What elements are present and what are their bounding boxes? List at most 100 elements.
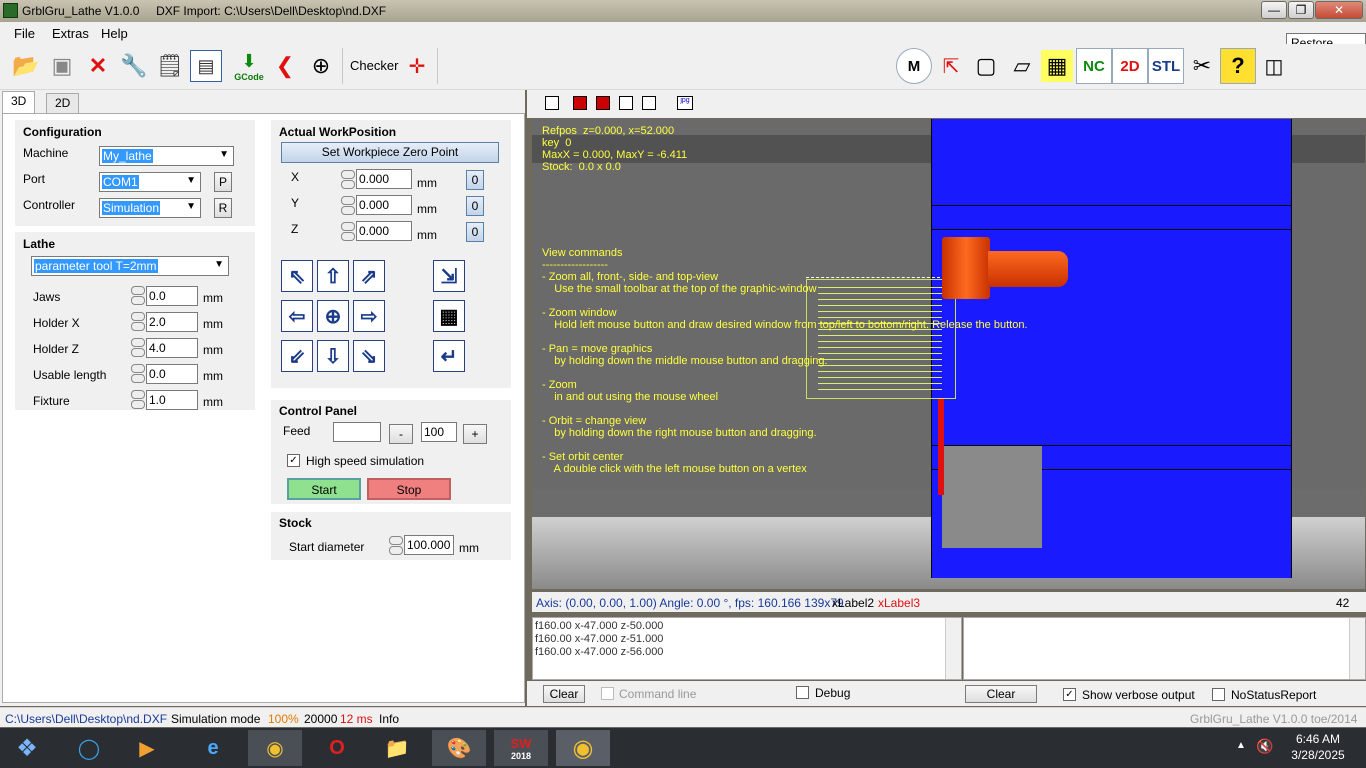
jog-up-left-icon[interactable]: ⇖	[281, 260, 313, 292]
chrome-icon[interactable]: ◉	[248, 730, 302, 766]
menu-extras[interactable]: Extras	[52, 26, 89, 41]
scissors-icon[interactable]: ✂	[1186, 50, 1218, 82]
start-diameter-spinner[interactable]	[389, 536, 403, 556]
jog-left-icon[interactable]: ⇦	[281, 300, 313, 332]
solidworks-icon[interactable]: SW 2018	[494, 730, 548, 766]
port-p-button[interactable]: P	[214, 172, 232, 192]
debug-checkbox[interactable]	[796, 686, 809, 699]
axes-icon[interactable]: ⇱	[935, 50, 967, 82]
z-position-input[interactable]: 0.000	[356, 221, 412, 241]
command-line-checkbox[interactable]	[601, 687, 614, 700]
holder-x-input[interactable]: 2.0	[146, 312, 198, 332]
machine-select[interactable]: My_lathe ▼	[99, 146, 234, 166]
close-window-button[interactable]: ✕	[1315, 1, 1363, 19]
remote-icon[interactable]: ▦	[433, 300, 465, 332]
jaws-input[interactable]: 0.0	[146, 286, 198, 306]
holder-z-spinner[interactable]	[131, 338, 145, 358]
save-icon[interactable]: ▣	[46, 50, 78, 82]
set-zero-point-button[interactable]: Set Workpiece Zero Point	[281, 142, 499, 163]
zoom-all-icon[interactable]	[545, 96, 559, 110]
window-icon[interactable]: ▤	[190, 50, 222, 82]
controller-r-button[interactable]: R	[214, 198, 232, 218]
jog-down-left-icon[interactable]: ⇙	[281, 340, 313, 372]
x-zero-button[interactable]: 0	[466, 170, 484, 190]
clear-verbose-button[interactable]: Clear	[965, 685, 1037, 703]
tab-2d[interactable]: 2D	[46, 93, 80, 113]
high-speed-checkbox[interactable]: ✓	[287, 454, 300, 467]
clear-log-button[interactable]: Clear	[543, 685, 585, 703]
jaws-spinner[interactable]	[131, 286, 145, 306]
jog-right-icon[interactable]: ⇨	[353, 300, 385, 332]
side-view-icon[interactable]	[596, 96, 610, 110]
y-position-input[interactable]: 0.000	[356, 195, 412, 215]
machine-zero-icon[interactable]: ⊕	[305, 50, 337, 82]
probe-icon[interactable]: ❮	[269, 50, 301, 82]
minimize-button[interactable]: —	[1261, 1, 1287, 19]
volume-muted-icon[interactable]: 🔇	[1256, 738, 1273, 755]
iso-view-icon[interactable]	[642, 96, 656, 110]
verbose-log[interactable]	[963, 617, 1366, 680]
notepad-icon[interactable]: 🗒	[154, 50, 186, 82]
y-spinner[interactable]	[341, 196, 355, 216]
holder-x-spinner[interactable]	[131, 312, 145, 332]
jpg-export-icon[interactable]: jpg	[677, 96, 693, 110]
checker-label[interactable]: Checker	[350, 58, 398, 73]
internet-explorer-icon[interactable]: e	[186, 730, 240, 766]
x-spinner[interactable]	[341, 170, 355, 190]
jog-down-right-icon[interactable]: ⇘	[353, 340, 385, 372]
feed-plus-button[interactable]: +	[463, 424, 487, 444]
menu-file[interactable]: File	[14, 26, 35, 41]
verbose-checkbox[interactable]: ✓	[1063, 688, 1076, 701]
menu-help[interactable]: Help	[101, 26, 128, 41]
delete-icon[interactable]: ✕	[82, 50, 114, 82]
jog-up-icon[interactable]: ⇧	[317, 260, 349, 292]
jog-up-right-icon[interactable]: ⇗	[353, 260, 385, 292]
go-home-icon[interactable]: ↵	[433, 340, 465, 372]
start-diameter-input[interactable]: 100.000	[404, 535, 454, 555]
scrollbar[interactable]	[1349, 618, 1365, 679]
start-button[interactable]: ❖	[2, 730, 52, 766]
layer-icon[interactable]: ▦	[1041, 50, 1073, 82]
holder-z-input[interactable]: 4.0	[146, 338, 198, 358]
fixture-spinner[interactable]	[131, 390, 145, 410]
paint-icon[interactable]: 🎨	[432, 730, 486, 766]
go-zero-icon[interactable]: ⇲	[433, 260, 465, 292]
fixture-input[interactable]: 1.0	[146, 390, 198, 410]
grblgru-icon[interactable]: ◉	[556, 730, 610, 766]
open-folder-icon[interactable]: 📂	[10, 50, 42, 82]
top-view-icon[interactable]	[619, 96, 633, 110]
crosshair-icon[interactable]: ✛	[401, 50, 433, 82]
usable-length-input[interactable]: 0.0	[146, 364, 198, 384]
tray-chevron-icon[interactable]: ▲	[1236, 740, 1246, 751]
jog-down-icon[interactable]: ⇩	[317, 340, 349, 372]
edge-icon[interactable]: ◯	[62, 730, 116, 766]
controller-select[interactable]: Simulation ▼	[99, 198, 201, 218]
start-button[interactable]: Start	[287, 478, 361, 500]
usable-length-spinner[interactable]	[131, 364, 145, 384]
graphics-viewport[interactable]: Refpos z=0.000, x=52.000 key 0 MaxX = 0.…	[532, 119, 1365, 589]
feed-minus-button[interactable]: -	[389, 424, 413, 444]
no-status-checkbox[interactable]	[1212, 688, 1225, 701]
gcode-log[interactable]: f160.00 x-47.000 z-50.000 f160.00 x-47.0…	[532, 617, 962, 680]
gcode-button[interactable]: ⬇ GCode	[233, 50, 265, 82]
z-spinner[interactable]	[341, 222, 355, 242]
2d-button[interactable]: 2D	[1112, 48, 1148, 84]
front-view-icon[interactable]	[573, 96, 587, 110]
nc-button[interactable]: NC	[1076, 48, 1112, 84]
opera-icon[interactable]: O	[310, 730, 364, 766]
z-zero-button[interactable]: 0	[466, 222, 484, 242]
cube-icon[interactable]: ▢	[970, 50, 1002, 82]
tool-select[interactable]: parameter tool T=2mm ▼	[31, 256, 229, 276]
stl-button[interactable]: STL	[1148, 48, 1184, 84]
feed-input[interactable]	[333, 422, 381, 442]
settings-wrench-icon[interactable]: 🔧	[118, 50, 150, 82]
feed-percent-input[interactable]: 100	[421, 422, 457, 442]
tab-3d[interactable]: 3D	[2, 91, 36, 114]
file-explorer-icon[interactable]: 📁	[370, 730, 424, 766]
scrollbar[interactable]	[945, 618, 961, 679]
restore-down-button[interactable]: ❐	[1288, 1, 1314, 19]
machine-m-button[interactable]: M	[896, 48, 932, 84]
plane-icon[interactable]: ▱	[1006, 50, 1038, 82]
jog-center-icon[interactable]: ⊕	[317, 300, 349, 332]
media-player-icon[interactable]: ▶	[120, 730, 174, 766]
